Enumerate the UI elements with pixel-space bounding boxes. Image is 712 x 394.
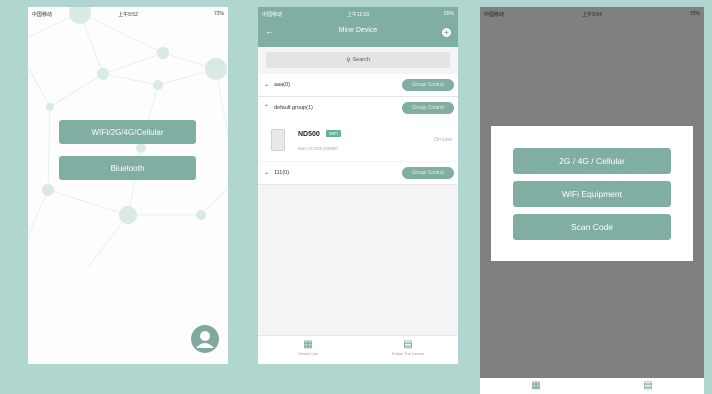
clock-label: 上午9:54 (582, 11, 602, 18)
clock-label: 上午9:52 (118, 11, 138, 18)
battery-label: 72% (689, 11, 700, 17)
search-icon: ⚲ (346, 57, 351, 64)
status-bar: 中国移动 上午9:52 72% (28, 7, 228, 21)
group-control-button[interactable]: Group Control (402, 167, 454, 179)
chevron-down-icon: ⌄ (264, 82, 270, 88)
status-bar: 中国移动 上午9:54 72% (480, 7, 704, 21)
device-list-icon: ▦ (531, 380, 541, 391)
wifi-cellular-button[interactable]: WIFI/2G/4G/Cellular (59, 120, 196, 144)
user-avatar-icon (196, 331, 214, 348)
group-control-button[interactable]: Group Control (402, 79, 454, 91)
device-mac: Mac:AC3GF430860 (298, 146, 338, 151)
group-name: 111(0) (274, 170, 290, 176)
phone-screen-connection-type: 中国移动 上午9:52 72% WIFI/2G/4G/Cellular Blue… (28, 7, 228, 364)
add-device-icon[interactable]: + (442, 28, 451, 37)
tab-device-list[interactable]: ▦ Device List (258, 339, 358, 356)
wifi-equipment-button[interactable]: WiFi Equipment (513, 181, 671, 207)
phone-screen-add-device-dialog: 中国移动 上午9:54 72% 2G / 4G / Cellular WiFi … (480, 7, 704, 394)
tab-label: Device List (298, 351, 318, 356)
user-avatar-button[interactable] (191, 325, 219, 353)
cellular-option-button[interactable]: 2G / 4G / Cellular (513, 148, 671, 174)
chevron-up-icon: ⌃ (264, 105, 270, 111)
tab-select-device[interactable]: ▤ (592, 380, 704, 392)
device-status: On-Line (434, 137, 452, 143)
select-device-icon: ▤ (643, 380, 653, 391)
battery-label: 72% (213, 11, 224, 17)
search-placeholder: Search (352, 57, 370, 63)
device-name: ND500 (298, 131, 320, 138)
tab-label: Select The Device (391, 351, 425, 356)
group-row-111[interactable]: ⌄ 111(0) Group Control (258, 162, 458, 185)
group-control-button[interactable]: Group Control (402, 102, 454, 114)
group-row-aaa[interactable]: ⌄ aaa(0) Group Control (258, 74, 458, 97)
phone-screen-mine-device: 中国移动 上午11:03 55% ← Mine Device + ⚲ Searc… (258, 7, 458, 364)
wifi-badge: WiFi (326, 130, 341, 137)
bluetooth-button[interactable]: Bluetooth (59, 156, 196, 180)
scan-code-button[interactable]: Scan Code (513, 214, 671, 240)
page-title: Mine Device (338, 27, 378, 34)
group-name: aaa(0) (274, 82, 290, 88)
app-header: 中国移动 上午11:03 55% ← Mine Device + (258, 7, 458, 47)
status-bar: 中国移动 上午11:03 55% (258, 7, 458, 21)
tab-device-list[interactable]: ▦ (480, 380, 592, 392)
device-list-icon: ▦ (303, 339, 313, 350)
chevron-down-icon: ⌄ (264, 170, 270, 176)
network-background-graphic (28, 7, 228, 268)
clock-label: 上午11:03 (346, 11, 370, 18)
device-type-dialog: 2G / 4G / Cellular WiFi Equipment Scan C… (491, 126, 693, 261)
group-name: default group(1) (274, 105, 313, 111)
device-row[interactable]: ND500 WiFi Mac:AC3GF430860 On-Line (258, 119, 458, 161)
search-input[interactable]: ⚲ Search (266, 52, 450, 68)
group-row-default[interactable]: ⌃ default group(1) Group Control (258, 97, 458, 120)
router-device-icon (271, 129, 285, 151)
bottom-tab-bar: ▦ Device List ▤ Select The Device (258, 335, 458, 364)
bottom-tab-bar: ▦ ▤ (480, 378, 704, 394)
battery-label: 55% (443, 11, 454, 17)
tab-select-device[interactable]: ▤ Select The Device (358, 339, 458, 356)
select-device-icon: ▤ (403, 339, 413, 350)
